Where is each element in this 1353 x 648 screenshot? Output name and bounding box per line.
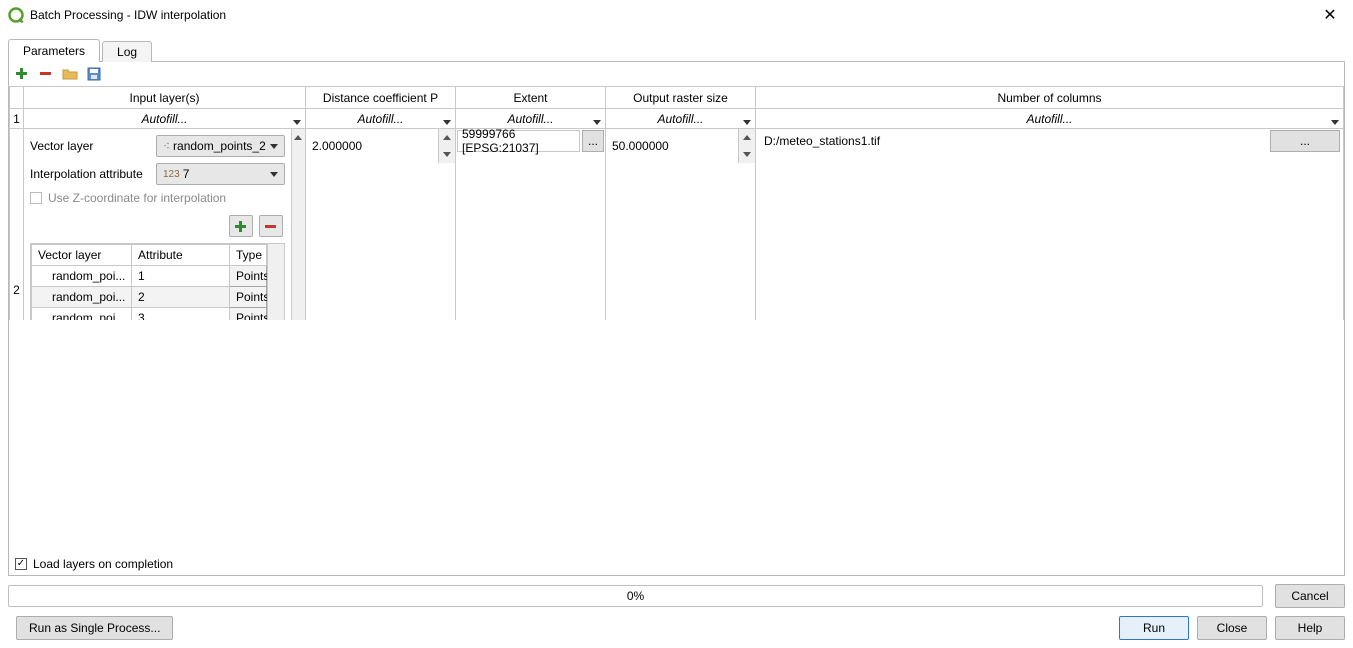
num-columns-browse-button[interactable]: ... [1270, 130, 1340, 152]
distance-scrollbar[interactable] [438, 129, 455, 163]
output-size-scrollbar[interactable] [738, 129, 755, 163]
panel-scrollbar[interactable] [291, 129, 305, 320]
attribute-row[interactable]: random_poi...1Points [32, 266, 267, 287]
batch-table: Input layer(s) Distance coefficient P Ex… [9, 86, 1344, 320]
attribute-table: Vector layer Attribute Type random_poi..… [31, 244, 267, 320]
points-icon: ⁖ [163, 139, 169, 153]
sub-col-attribute[interactable]: Attribute [132, 245, 230, 266]
remove-attribute-button[interactable] [259, 215, 283, 237]
row-header-2[interactable]: 2 [10, 129, 24, 320]
interpolation-attribute-label: Interpolation attribute [30, 167, 150, 181]
open-button[interactable] [61, 65, 79, 83]
cancel-button[interactable]: Cancel [1275, 584, 1345, 608]
save-button[interactable] [85, 65, 103, 83]
autofill-output-size[interactable]: Autofill... [606, 109, 755, 128]
remove-row-button[interactable] [37, 65, 55, 83]
numeric-field-icon: 123 [163, 169, 180, 180]
col-output-size[interactable]: Output raster size [606, 87, 756, 109]
col-input-layers[interactable]: Input layer(s) [24, 87, 306, 109]
autofill-distance-p[interactable]: Autofill... [306, 109, 455, 128]
titlebar: Batch Processing - IDW interpolation ✕ [0, 0, 1353, 30]
help-button[interactable]: Help [1275, 616, 1345, 640]
load-layers-checkbox[interactable]: ✓ [15, 558, 27, 570]
autofill-num-columns[interactable]: Autofill... [756, 109, 1343, 128]
corner-cell [10, 87, 24, 109]
autofill-input-layers[interactable]: Autofill... [24, 109, 305, 128]
add-row-button[interactable] [13, 65, 31, 83]
app-icon [8, 7, 24, 23]
use-z-checkbox [30, 192, 42, 204]
output-size-cell[interactable]: 50.000000 [606, 129, 738, 163]
tab-log[interactable]: Log [102, 41, 152, 62]
window-close-button[interactable]: ✕ [1315, 5, 1345, 25]
col-extent[interactable]: Extent [456, 87, 606, 109]
sub-col-type[interactable]: Type [230, 245, 267, 266]
col-num-columns[interactable]: Number of columns [756, 87, 1344, 109]
extent-browse-button[interactable]: ... [582, 130, 604, 152]
window-title: Batch Processing - IDW interpolation [30, 8, 226, 22]
close-button[interactable]: Close [1197, 616, 1267, 640]
attribute-row[interactable]: random_poi...2Points [32, 287, 267, 308]
vector-layer-combo[interactable]: ⁖ random_points_2 [156, 135, 285, 157]
row-header-1[interactable]: 1 [10, 109, 24, 129]
add-attribute-button[interactable] [229, 215, 253, 237]
autofill-extent[interactable]: Autofill... [456, 109, 605, 128]
distance-p-cell[interactable]: 2.000000 [306, 129, 438, 163]
load-layers-label: Load layers on completion [33, 557, 173, 571]
progress-bar: 0% [8, 585, 1263, 607]
tabs: Parameters Log [8, 38, 1345, 62]
batch-toolbar [9, 62, 1344, 86]
run-button[interactable]: Run [1119, 616, 1189, 640]
tab-parameters[interactable]: Parameters [8, 39, 100, 62]
num-columns-value[interactable]: D:/meteo_stations1.tif [758, 131, 1265, 151]
col-distance-p[interactable]: Distance coefficient P [306, 87, 456, 109]
attribute-row[interactable]: random_poi...3Points [32, 308, 267, 320]
use-z-label: Use Z-coordinate for interpolation [48, 191, 226, 205]
extent-value[interactable]: 59999766 [EPSG:21037] [457, 130, 580, 152]
sub-scrollbar-vertical[interactable] [267, 244, 284, 320]
run-single-process-button[interactable]: Run as Single Process... [16, 616, 173, 640]
sub-col-vector[interactable]: Vector layer [32, 245, 132, 266]
vector-layer-label: Vector layer [30, 139, 150, 153]
interpolation-attribute-combo[interactable]: 123 7 [156, 163, 285, 185]
